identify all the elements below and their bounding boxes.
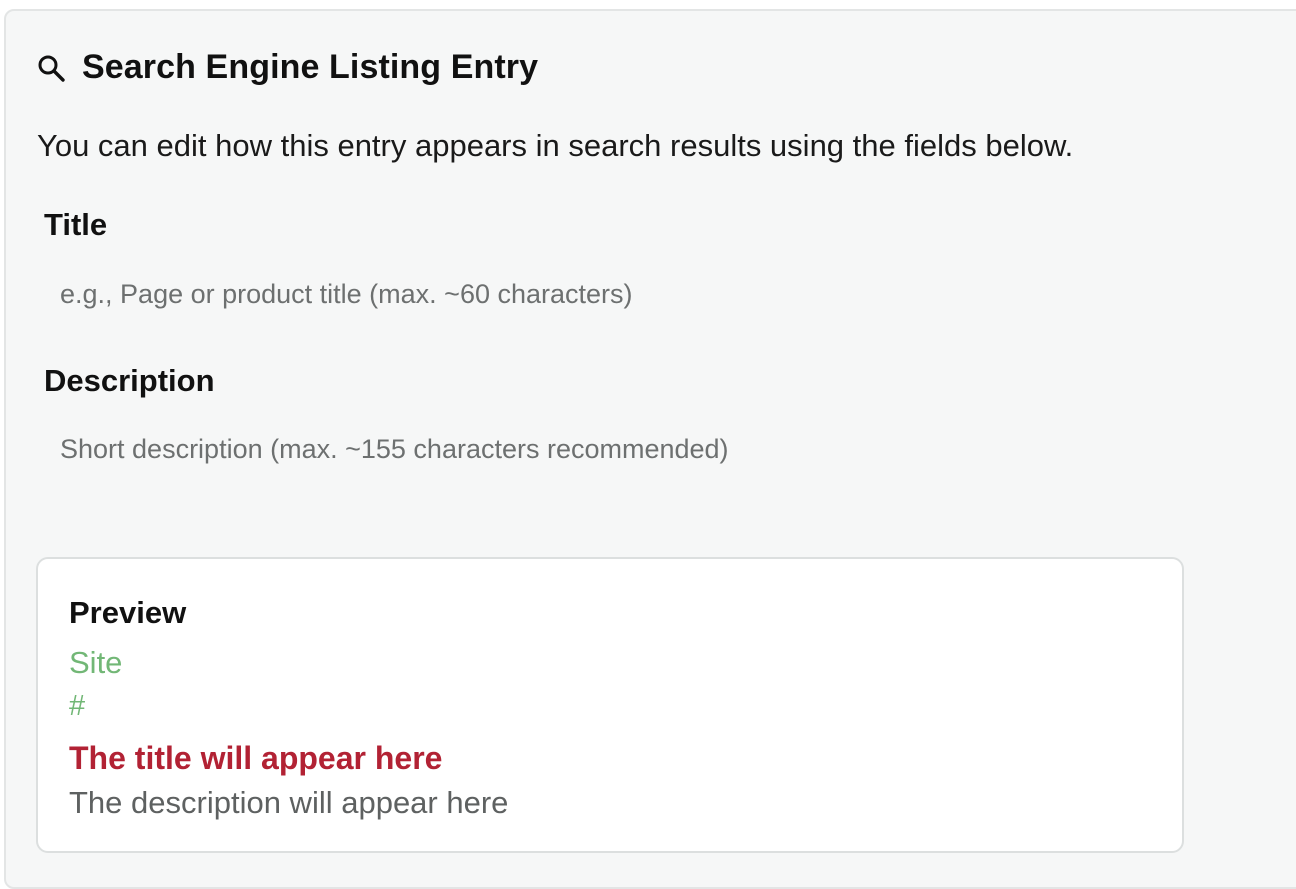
section-intro-text: You can edit how this entry appears in s… xyxy=(37,128,1074,163)
section-title: Search Engine Listing Entry xyxy=(82,48,539,86)
section-header: Search Engine Listing Entry xyxy=(36,48,538,87)
description-input[interactable] xyxy=(44,423,1194,475)
title-field-label: Title xyxy=(44,207,108,242)
description-field-label: Description xyxy=(44,363,215,398)
preview-title: The title will appear here xyxy=(69,740,443,776)
preview-description: The description will appear here xyxy=(69,785,509,820)
search-preview-card: Preview Site # The title will appear her… xyxy=(36,557,1184,853)
preview-site-name: Site xyxy=(69,645,123,680)
title-input[interactable] xyxy=(44,268,1194,320)
preview-url: # xyxy=(69,690,86,722)
preview-heading: Preview xyxy=(69,595,187,630)
search-icon xyxy=(36,53,66,83)
